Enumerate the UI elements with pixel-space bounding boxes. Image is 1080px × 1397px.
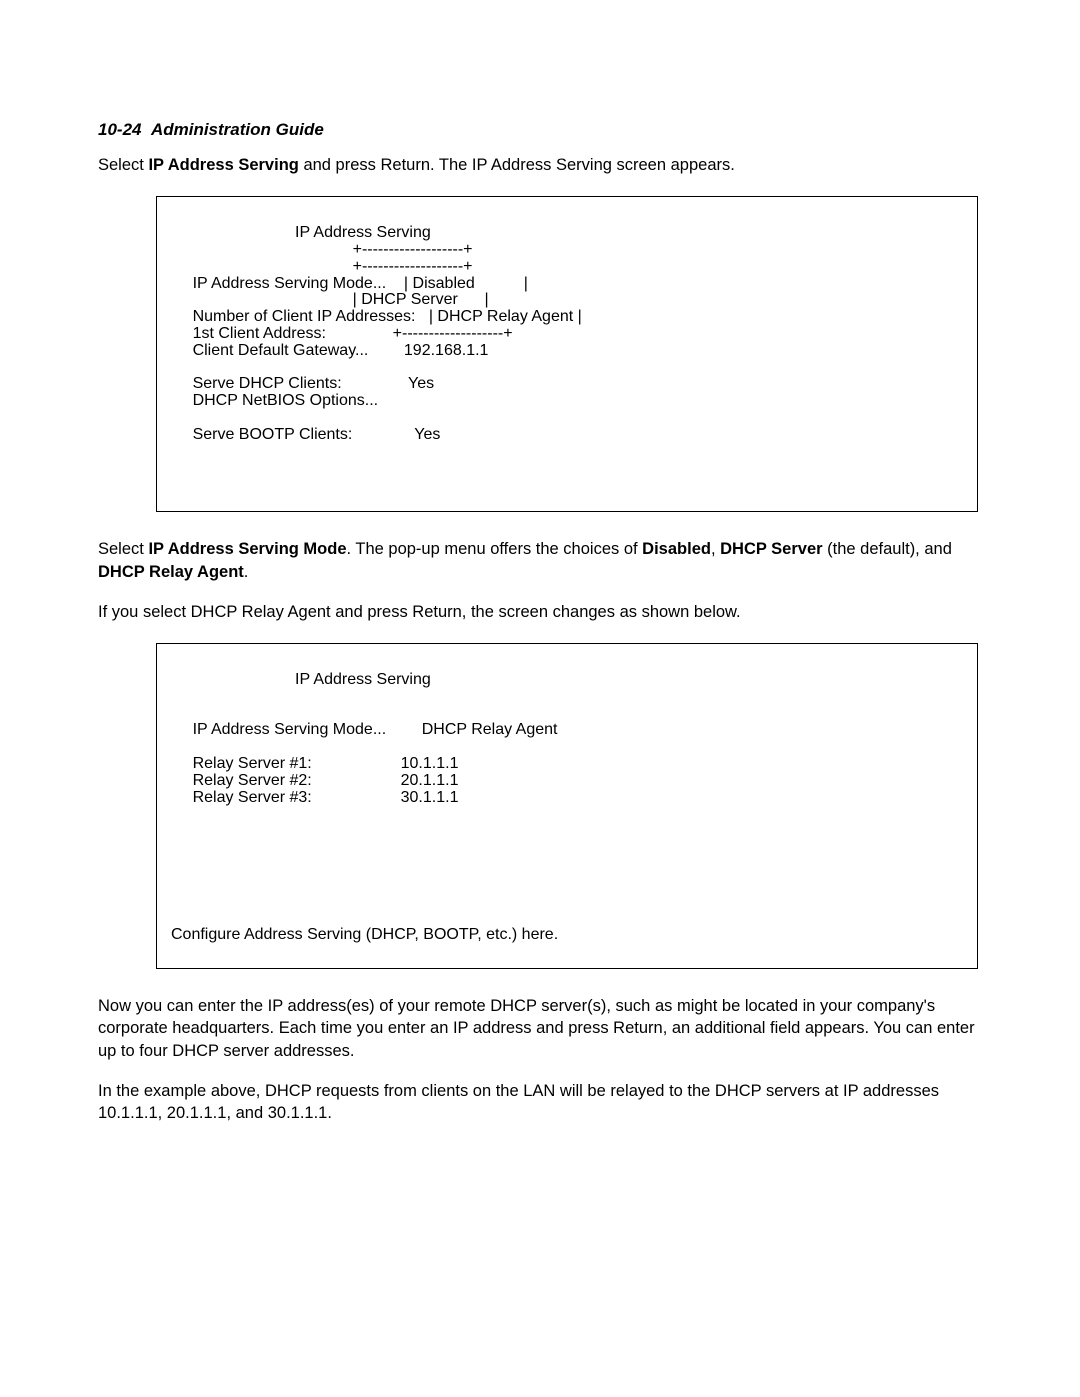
config-line-serve-bootp: Serve BOOTP Clients: Yes: [157, 426, 440, 443]
border-line: +-------------------+: [157, 241, 473, 258]
screen-title: IP Address Serving: [157, 225, 431, 242]
after-paragraph-1: Now you can enter the IP address(es) of …: [98, 995, 982, 1062]
bold-term: IP Address Serving: [148, 156, 298, 174]
config-line-relay1: Relay Server #1: 10.1.1.1: [157, 755, 458, 772]
config-line-num-clients: Number of Client IP Addresses: | DHCP Re…: [157, 308, 582, 325]
screen-footer-hint: Configure Address Serving (DHCP, BOOTP, …: [171, 926, 558, 944]
config-line-first-client: 1st Client Address: +-------------------…: [157, 325, 513, 342]
text-fragment: Select: [98, 540, 148, 558]
config-line-mode: IP Address Serving Mode... DHCP Relay Ag…: [157, 721, 557, 738]
config-line-netbios: DHCP NetBIOS Options...: [157, 392, 378, 409]
config-line-gateway: Client Default Gateway... 192.168.1.1: [157, 342, 488, 359]
bold-term: Disabled: [642, 540, 711, 558]
config-line-mode: IP Address Serving Mode... | Disabled |: [157, 275, 528, 292]
page-header: 10-24 Administration Guide: [98, 120, 982, 140]
terminal-content: IP Address Serving +-------------------+…: [157, 197, 977, 443]
text-fragment: . The pop-up menu offers the choices of: [347, 540, 643, 558]
after-paragraph-2: In the example above, DHCP requests from…: [98, 1080, 982, 1125]
config-line-serve-dhcp: Serve DHCP Clients: Yes: [157, 375, 434, 392]
intro-paragraph: Select IP Address Serving and press Retu…: [98, 154, 982, 176]
bold-term: DHCP Relay Agent: [98, 563, 244, 581]
page-title: Administration Guide: [151, 120, 324, 139]
document-page: 10-24 Administration Guide Select IP Add…: [0, 0, 1080, 1397]
border-line: +-------------------+: [157, 258, 473, 275]
terminal-screen-1: IP Address Serving +-------------------+…: [156, 196, 978, 512]
config-line-relay3: Relay Server #3: 30.1.1.1: [157, 789, 458, 806]
terminal-content: IP Address Serving IP Address Serving Mo…: [157, 644, 977, 806]
text-fragment: .: [244, 563, 249, 581]
page-number: 10-24: [98, 120, 141, 139]
config-line-relay2: Relay Server #2: 20.1.1.1: [157, 772, 458, 789]
text-fragment: ,: [711, 540, 720, 558]
middle-paragraph-2: If you select DHCP Relay Agent and press…: [98, 601, 982, 623]
text-fragment: Select: [98, 156, 148, 174]
text-fragment: (the default), and: [823, 540, 952, 558]
bold-term: DHCP Server: [720, 540, 822, 558]
config-line-dhcp-server: | DHCP Server |: [157, 291, 489, 308]
text-fragment: and press Return. The IP Address Serving…: [299, 156, 735, 174]
terminal-screen-2: IP Address Serving IP Address Serving Mo…: [156, 643, 978, 969]
middle-paragraph-1: Select IP Address Serving Mode. The pop-…: [98, 538, 982, 583]
screen-title: IP Address Serving: [157, 672, 431, 689]
bold-term: IP Address Serving Mode: [148, 540, 346, 558]
